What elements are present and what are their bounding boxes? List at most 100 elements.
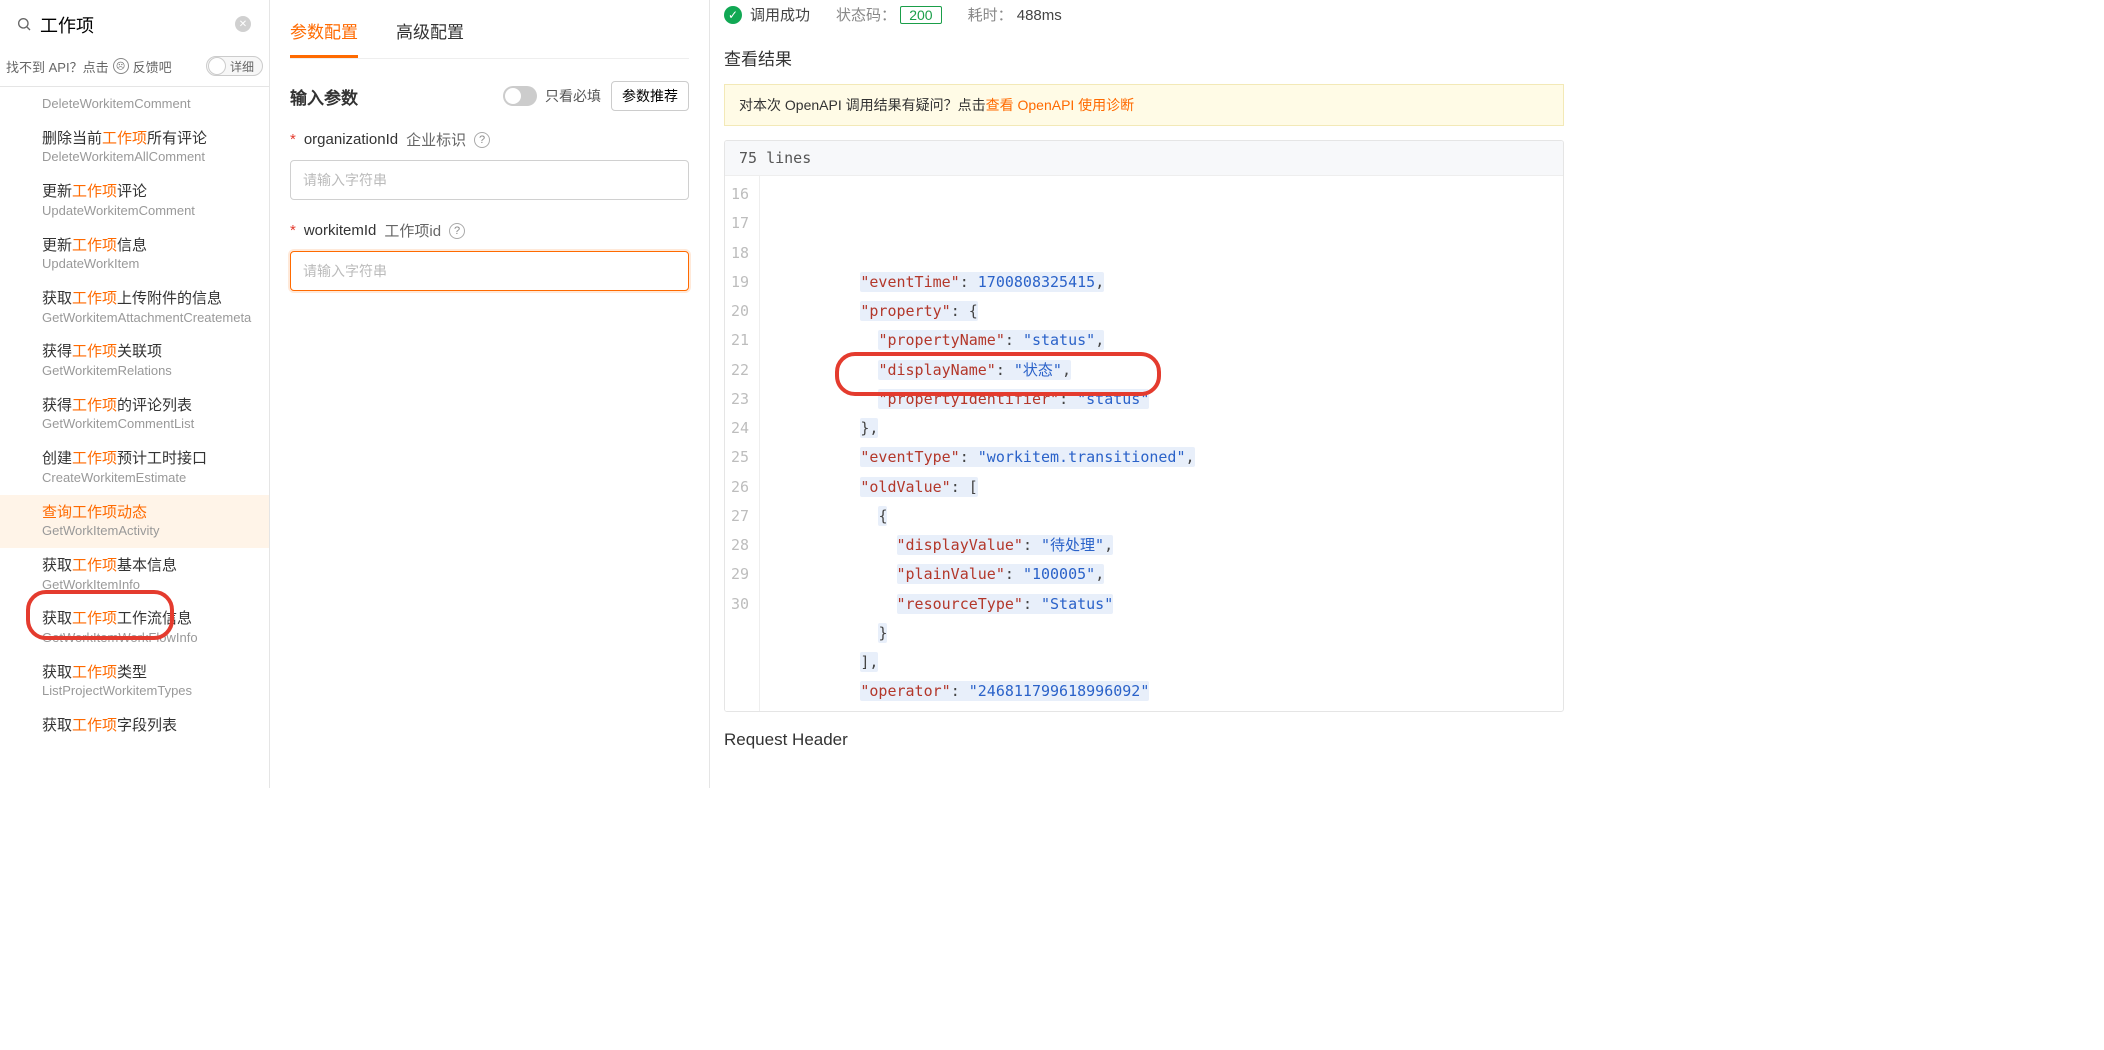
workitemId-input[interactable] — [290, 251, 689, 291]
diagnosis-link[interactable]: 查看 OpenAPI 使用诊断 — [986, 97, 1135, 113]
api-item-title-cn: 获取工作项基本信息 — [42, 556, 251, 576]
code-gutter: 161718192021222324252627282930 — [725, 176, 760, 711]
input-params-header: 输入参数 只看必填 参数推荐 — [290, 81, 689, 111]
check-icon: ✓ — [724, 6, 742, 24]
search-input[interactable] — [12, 8, 257, 42]
field-key: organizationId — [304, 131, 398, 148]
api-item-title-cn: 获取工作项类型 — [42, 663, 251, 683]
api-item-title-cn: 查询工作项动态 — [42, 503, 251, 523]
api-sidebar: ✕ 找不到 API？点击 ☹ 反馈吧 详细 DeleteWorkitemComm… — [0, 0, 270, 788]
code-panel: 75 lines 161718192021222324252627282930 … — [724, 140, 1564, 712]
api-item-title-cn: 获取工作项字段列表 — [42, 716, 251, 736]
field-label: * workitemId 工作项id? — [290, 220, 689, 241]
api-item-UpdateWorkitemComment[interactable]: 更新工作项评论UpdateWorkitemComment — [0, 174, 269, 227]
api-item-GetWorkitemAttachmentCreatemeta[interactable]: 获取工作项上传附件的信息GetWorkitemAttachmentCreatem… — [0, 281, 269, 334]
api-item-DeleteWorkitemAllComment[interactable]: 删除当前工作项所有评论DeleteWorkitemAllComment — [0, 121, 269, 174]
hint-feedback[interactable]: 反馈吧 — [133, 57, 172, 76]
search-icon — [16, 16, 32, 32]
api-item-title-cn: 获得工作项关联项 — [42, 342, 251, 362]
only-required-toggle[interactable] — [503, 86, 537, 106]
code-line-29: ], — [770, 648, 1194, 677]
params-panel: 参数配置高级配置 输入参数 只看必填 参数推荐 * organizationId 企… — [270, 0, 710, 788]
code-line-21: }, — [770, 414, 1194, 443]
code-line-27: "resourceType": "Status" — [770, 590, 1194, 619]
required-star: * — [290, 131, 296, 148]
api-item-GetWorkitemRelations[interactable]: 获得工作项关联项GetWorkitemRelations — [0, 334, 269, 387]
code-line-24: { — [770, 502, 1194, 531]
search-wrap: ✕ — [0, 0, 269, 50]
note-prefix: 对本次 OpenAPI 调用结果有疑问？点击 — [739, 97, 986, 113]
code-line-20: "propertyIdentifier": "status" — [770, 385, 1194, 414]
close-icon[interactable]: ✕ — [235, 16, 251, 32]
code-lines-summary[interactable]: 75 lines — [725, 141, 1563, 176]
organizationId-input[interactable] — [290, 160, 689, 200]
detail-toggle[interactable]: 详细 — [206, 56, 263, 76]
help-icon[interactable]: ? — [474, 132, 490, 148]
code-line-28: } — [770, 619, 1194, 648]
section-title: 输入参数 — [290, 84, 358, 109]
api-item-title-cn: 更新工作项信息 — [42, 236, 251, 256]
tab-参数配置[interactable]: 参数配置 — [290, 18, 358, 58]
code-line-26: "plainValue": "100005", — [770, 560, 1194, 589]
api-item-title-en: GetWorkItemWorkFlowInfo — [42, 630, 251, 647]
code-line-23: "oldValue": [ — [770, 473, 1194, 502]
api-item-title-cn: 删除当前工作项所有评论 — [42, 129, 251, 149]
api-item-title-cn: 获取工作项上传附件的信息 — [42, 289, 251, 309]
only-required: 只看必填 — [503, 86, 601, 106]
api-item-[interactable]: 获取工作项字段列表 — [0, 708, 269, 744]
status-row: ✓ 调用成功 状态码： 200 耗时： 488ms — [724, 0, 1564, 41]
api-item-title-en: GetWorkitemAttachmentCreatemeta — [42, 310, 251, 327]
code-line-19: "displayName": "状态", — [770, 356, 1194, 385]
api-item-title-cn: 获取工作项工作流信息 — [42, 609, 251, 629]
diagnosis-note: 对本次 OpenAPI 调用结果有疑问？点击查看 OpenAPI 使用诊断 — [724, 84, 1564, 126]
help-icon[interactable]: ? — [449, 223, 465, 239]
api-item-UpdateWorkItem[interactable]: 更新工作项信息UpdateWorkItem — [0, 228, 269, 281]
api-item-title-en: GetWorkitemCommentList — [42, 416, 251, 433]
field-organizationId: * organizationId 企业标识? — [290, 129, 689, 200]
code-content: "eventTime": 1700808325415, "property": … — [760, 176, 1194, 711]
api-item-title-cn: 获得工作项的评论列表 — [42, 396, 251, 416]
status-code-label: 状态码： — [836, 7, 896, 24]
api-item-title-cn: 创建工作项预计工时接口 — [42, 449, 251, 469]
required-star: * — [290, 222, 296, 239]
api-item-title-en: DeleteWorkitemComment — [42, 96, 251, 113]
api-item-ListProjectWorkitemTypes[interactable]: 获取工作项类型ListProjectWorkitemTypes — [0, 655, 269, 708]
api-item-title-en: DeleteWorkitemAllComment — [42, 149, 251, 166]
code-line-25: "displayValue": "待处理", — [770, 531, 1194, 560]
field-desc: 企业标识 — [406, 129, 466, 150]
field-key: workitemId — [304, 222, 377, 239]
request-header-title: Request Header — [724, 730, 1564, 750]
hint-prefix: 找不到 API？点击 — [6, 57, 109, 76]
frown-icon: ☹ — [113, 58, 129, 74]
api-item-title-en: ListProjectWorkitemTypes — [42, 683, 251, 700]
code-body[interactable]: 161718192021222324252627282930 "eventTim… — [725, 176, 1563, 711]
status-code-value: 200 — [900, 6, 941, 24]
api-item-DeleteWorkitemComment[interactable]: DeleteWorkitemComment — [0, 87, 269, 121]
latency-value: 488ms — [1017, 7, 1062, 24]
success-label: 调用成功 — [750, 4, 810, 25]
api-item-GetWorkItemActivity[interactable]: 查询工作项动态GetWorkItemActivity — [0, 495, 269, 548]
form-fields: * organizationId 企业标识? * workitemId 工作项id? — [290, 129, 689, 291]
tab-高级配置[interactable]: 高级配置 — [396, 18, 464, 58]
api-list[interactable]: DeleteWorkitemComment 删除当前工作项所有评论DeleteWo… — [0, 87, 269, 788]
view-result-title: 查看结果 — [724, 45, 1564, 70]
only-required-label: 只看必填 — [545, 86, 601, 106]
api-item-title-en: GetWorkitemRelations — [42, 363, 251, 380]
result-panel: ✓ 调用成功 状态码： 200 耗时： 488ms 查看结果 对本次 OpenA… — [710, 0, 1578, 788]
api-item-GetWorkItemWorkFlowInfo[interactable]: 获取工作项工作流信息GetWorkItemWorkFlowInfo — [0, 601, 269, 654]
api-item-GetWorkItemInfo[interactable]: 获取工作项基本信息GetWorkItemInfo — [0, 548, 269, 601]
api-item-GetWorkitemCommentList[interactable]: 获得工作项的评论列表GetWorkitemCommentList — [0, 388, 269, 441]
api-item-title-en: CreateWorkitemEstimate — [42, 470, 251, 487]
code-line-22: "eventType": "workitem.transitioned", — [770, 443, 1194, 472]
field-label: * organizationId 企业标识? — [290, 129, 689, 150]
api-item-title-en: GetWorkItemInfo — [42, 577, 251, 594]
code-line-18: "propertyName": "status", — [770, 326, 1194, 355]
tabs: 参数配置高级配置 — [290, 0, 689, 59]
param-recommend-button[interactable]: 参数推荐 — [611, 81, 689, 111]
field-desc: 工作项id — [384, 220, 441, 241]
api-item-title-en: UpdateWorkitemComment — [42, 203, 251, 220]
api-item-CreateWorkitemEstimate[interactable]: 创建工作项预计工时接口CreateWorkitemEstimate — [0, 441, 269, 494]
hint-row: 找不到 API？点击 ☹ 反馈吧 详细 — [0, 50, 269, 87]
api-item-title-cn: 更新工作项评论 — [42, 182, 251, 202]
api-item-title-en: GetWorkItemActivity — [42, 523, 251, 540]
